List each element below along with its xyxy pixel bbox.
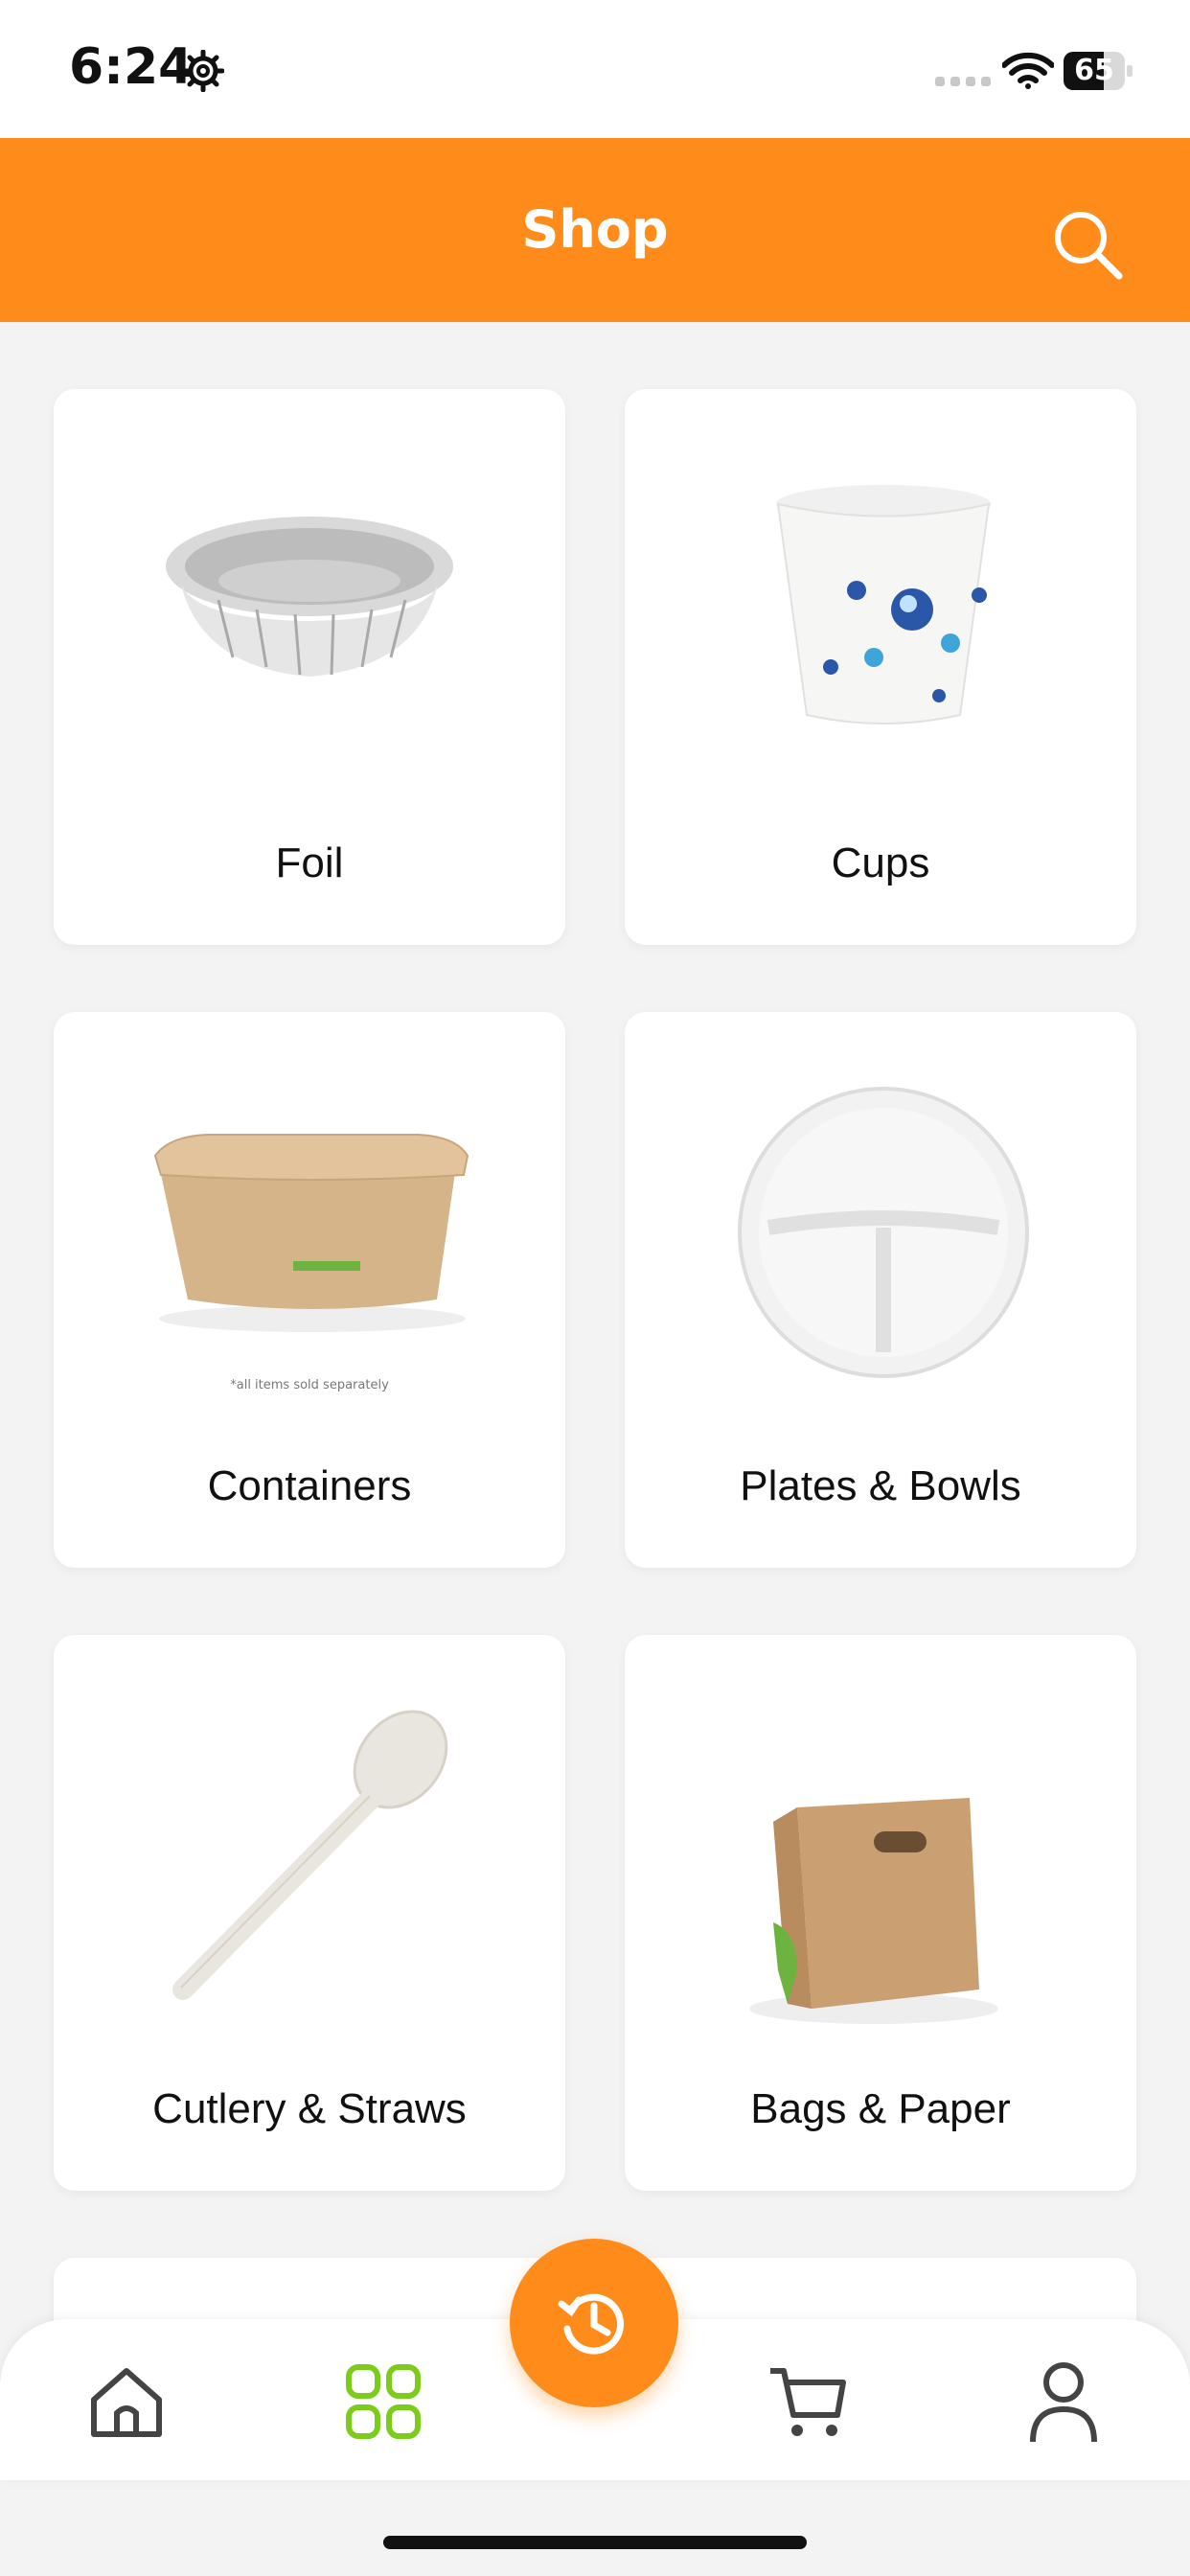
containers-note: *all items sold separately bbox=[230, 1378, 389, 1392]
paper-cup-image bbox=[776, 485, 991, 724]
categories-grid-icon[interactable] bbox=[343, 2361, 423, 2442]
category-label: Foil bbox=[275, 840, 344, 886]
category-label: Plates & Bowls bbox=[740, 1462, 1021, 1509]
history-fab-button[interactable] bbox=[510, 2239, 678, 2407]
home-indicator bbox=[383, 2536, 807, 2549]
battery-percentage: 65 bbox=[1074, 54, 1114, 87]
home-icon[interactable] bbox=[86, 2361, 167, 2442]
category-label: Cups bbox=[831, 840, 930, 886]
status-time: 6:24 bbox=[69, 38, 194, 96]
cellular-signal-icon bbox=[935, 77, 991, 86]
category-card-containers[interactable]: *all items sold separately Containers bbox=[54, 1012, 565, 1568]
category-card-cups[interactable]: Cups bbox=[625, 389, 1136, 945]
history-icon bbox=[558, 2293, 625, 2355]
category-card-plates-bowls[interactable]: Plates & Bowls bbox=[625, 1012, 1136, 1568]
category-card-bags-paper[interactable]: Bags & Paper bbox=[625, 1635, 1136, 2191]
kraft-container-image bbox=[153, 1134, 469, 1332]
divided-plate-image bbox=[738, 1087, 1029, 1378]
paper-bag-image bbox=[749, 1798, 998, 2024]
category-label: Bags & Paper bbox=[750, 2085, 1011, 2132]
search-icon[interactable] bbox=[1048, 205, 1125, 282]
cart-icon[interactable] bbox=[767, 2361, 847, 2442]
foil-pan-image bbox=[166, 517, 453, 677]
wifi-icon bbox=[1002, 52, 1054, 89]
profile-icon[interactable] bbox=[1023, 2359, 1104, 2446]
category-card-cutlery-straws[interactable]: Cutlery & Straws bbox=[54, 1635, 565, 2191]
battery-indicator: 65 bbox=[1064, 52, 1133, 90]
category-label: Containers bbox=[207, 1462, 412, 1509]
status-bar: 6:24 65 bbox=[0, 0, 1190, 138]
category-label: Cutlery & Straws bbox=[152, 2085, 467, 2132]
app-header: Shop bbox=[0, 138, 1190, 322]
page-title: Shop bbox=[521, 199, 669, 260]
category-card-foil[interactable]: Foil bbox=[54, 389, 565, 945]
settings-gear-icon bbox=[182, 50, 224, 92]
spoon-image bbox=[172, 1710, 448, 2000]
